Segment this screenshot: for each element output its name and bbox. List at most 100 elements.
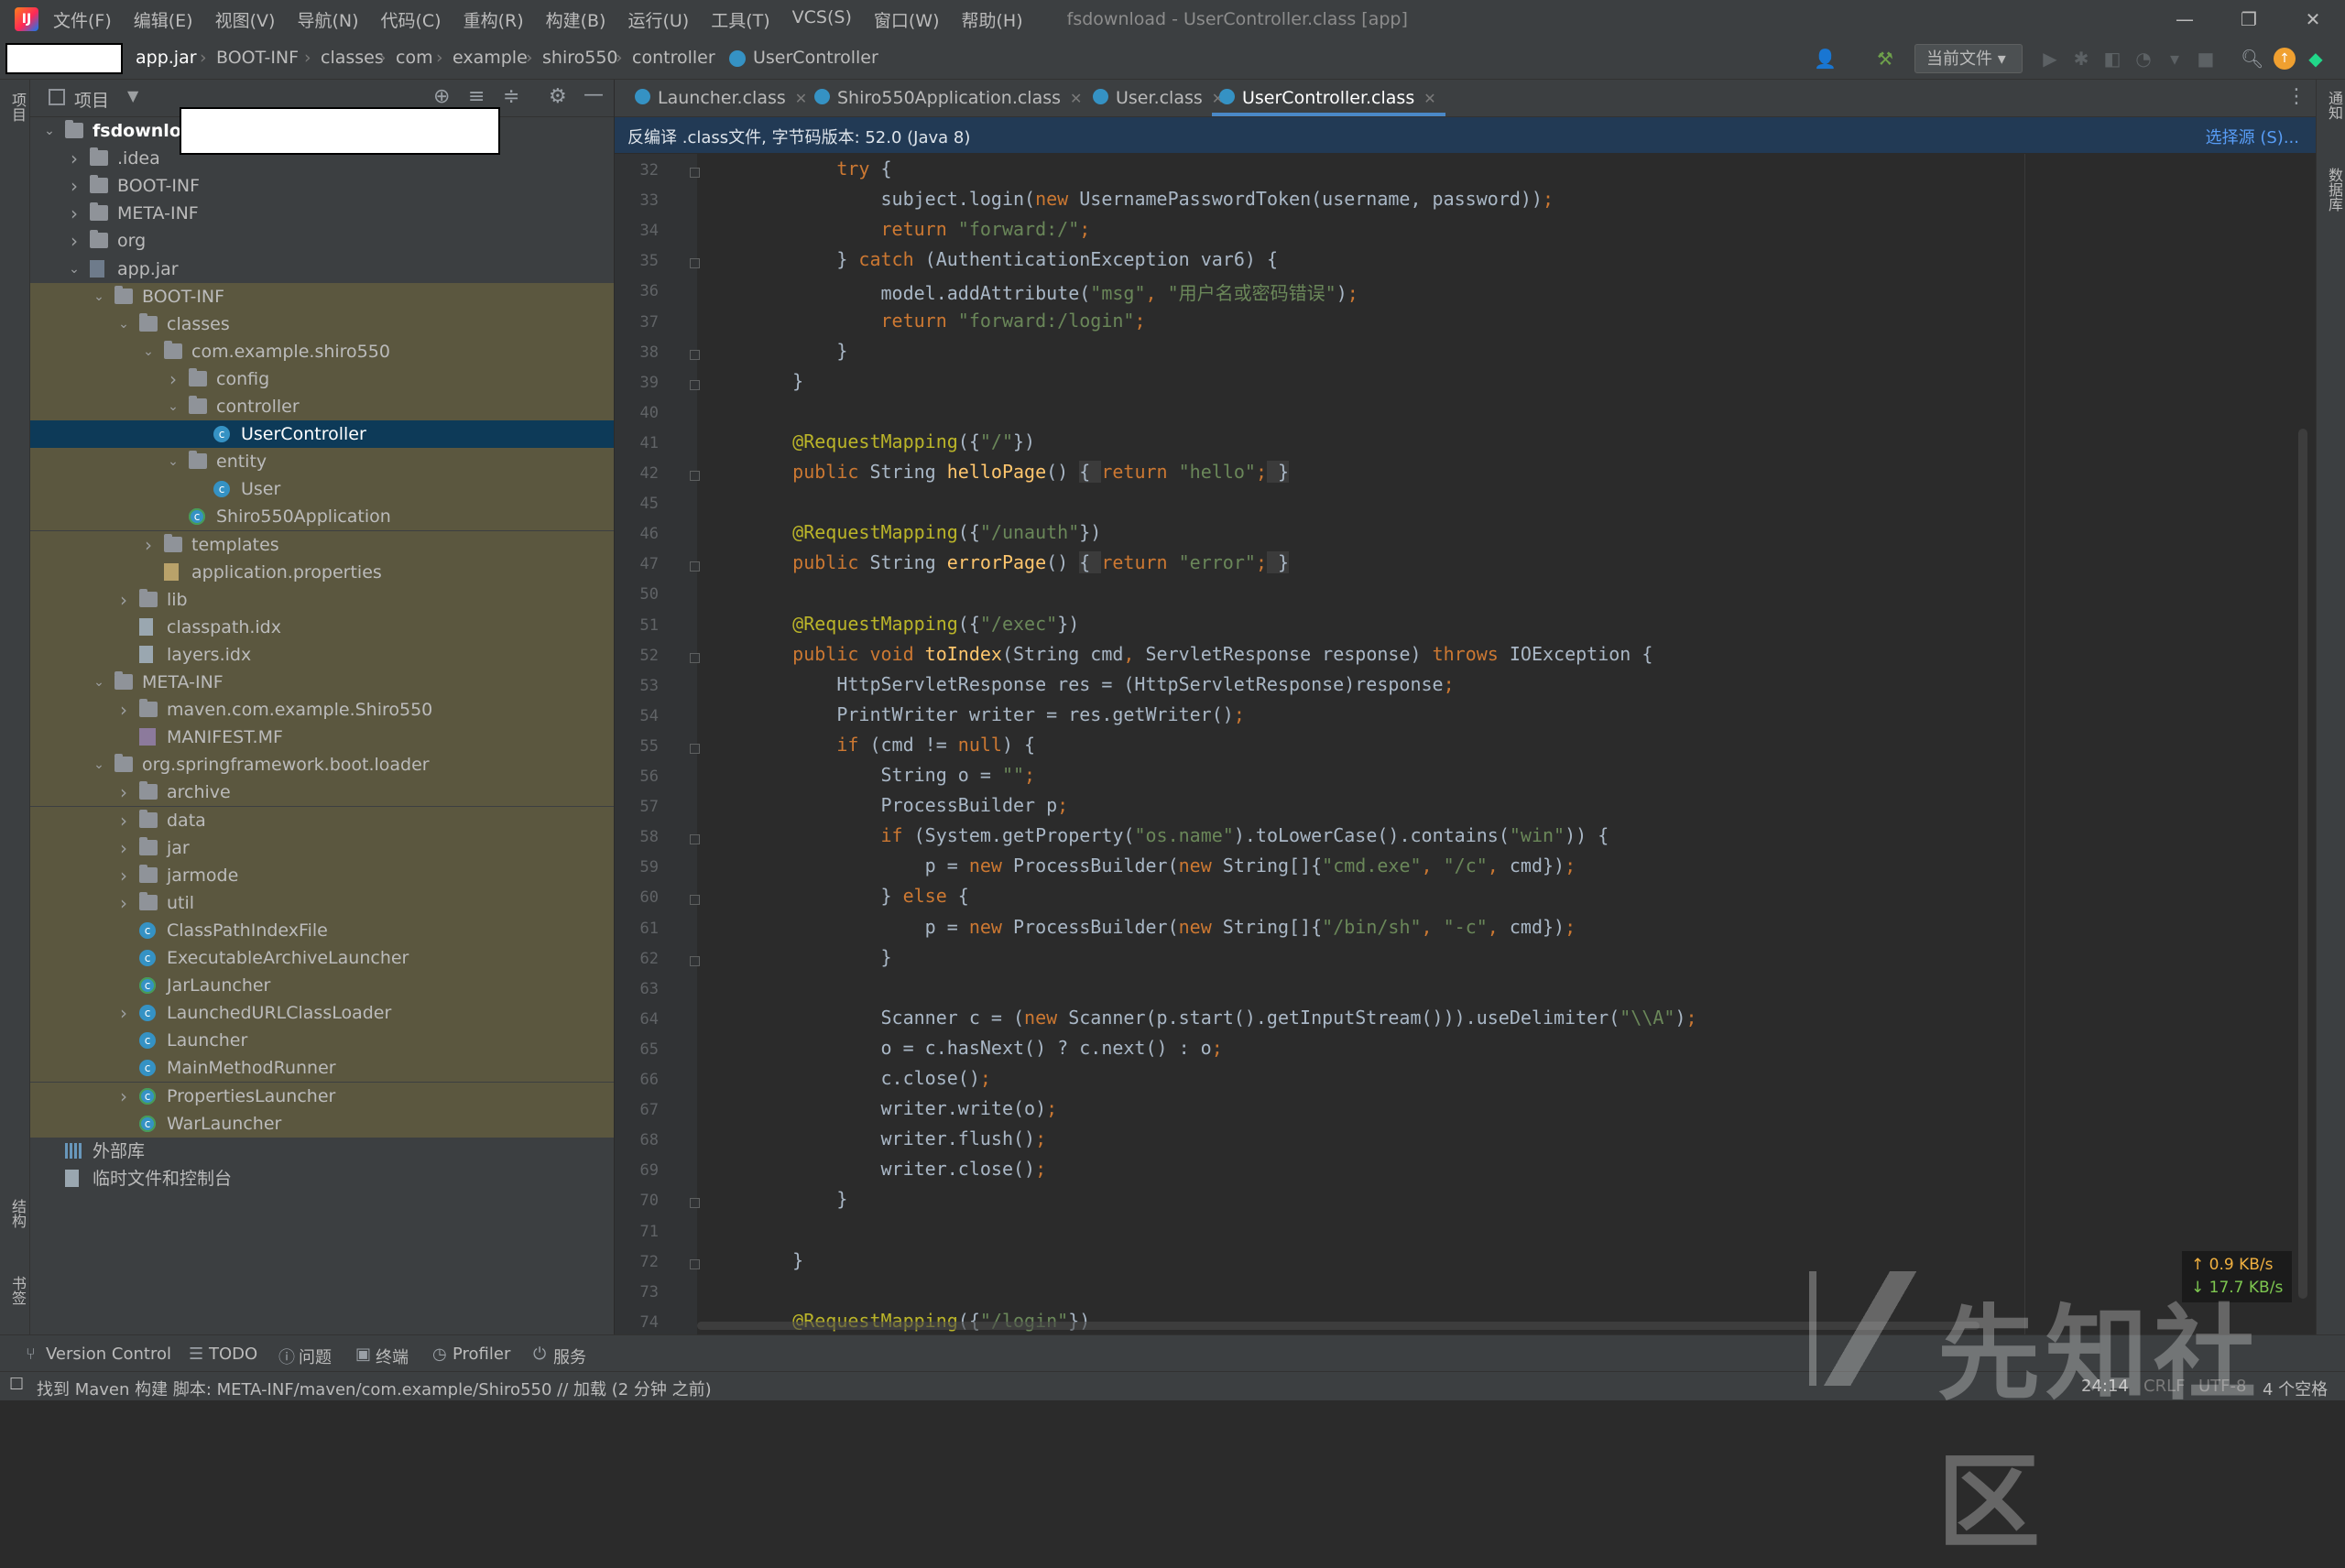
code-line[interactable]: writer.write(o);	[748, 1097, 1057, 1119]
code-line[interactable]: subject.login(new UsernamePasswordToken(…	[748, 188, 1554, 210]
tree-item[interactable]: classpath.idx	[30, 613, 614, 641]
fold-marker-icon[interactable]	[690, 834, 700, 845]
chevron-right-icon[interactable]: ›	[117, 696, 130, 724]
tree-item[interactable]: ⌄ classes	[30, 310, 614, 338]
menu-item[interactable]: 窗口(W)	[874, 7, 940, 32]
menu-item[interactable]: 视图(V)	[215, 7, 276, 32]
code-line[interactable]: String o = "";	[748, 764, 1035, 786]
tree-item[interactable]: ⌄ META-INF	[30, 669, 614, 696]
project-tool-button[interactable]: 项目	[6, 93, 28, 122]
database-tool-button[interactable]: 数据库	[2323, 168, 2345, 212]
breadcrumb-item[interactable]: BOOT-INF	[216, 48, 299, 68]
code-line[interactable]: public String helloPage() { return "hell…	[748, 461, 1290, 483]
chevron-down-icon[interactable]: ⌄	[93, 283, 105, 310]
bottom-tool-button[interactable]: 终端	[376, 1345, 409, 1368]
chevron-right-icon[interactable]: ›	[117, 999, 130, 1027]
jetbrains-toolbox-icon[interactable]: ◆	[2305, 48, 2327, 70]
user-icon[interactable]: 👤	[1814, 48, 1837, 70]
debug-icon[interactable]: ✱	[2070, 48, 2092, 70]
chevron-down-icon[interactable]: ⌄	[142, 338, 155, 365]
fold-marker-icon[interactable]	[690, 743, 700, 754]
code-line[interactable]: ProcessBuilder p;	[748, 794, 1068, 816]
tree-item[interactable]: › BOOT-INF	[30, 172, 614, 200]
tree-item[interactable]: › org	[30, 227, 614, 255]
more-tabs-icon[interactable]: ⋮	[2286, 85, 2307, 108]
hide-panel-icon[interactable]: —	[584, 83, 604, 106]
stop-icon[interactable]: ■	[2195, 48, 2217, 70]
chevron-right-icon[interactable]: ›	[68, 145, 81, 172]
code-line[interactable]: @RequestMapping({"/unauth"})	[748, 521, 1101, 543]
project-panel-title[interactable]: 项目	[74, 87, 109, 112]
code-line[interactable]: } catch (AuthenticationException var6) {	[748, 248, 1278, 270]
tree-item[interactable]: › META-INF	[30, 200, 614, 227]
menu-item[interactable]: 运行(U)	[627, 7, 689, 32]
tree-item[interactable]: › data	[30, 806, 614, 834]
tree-item[interactable]: c Shiro550Application	[30, 503, 614, 531]
editor-tab[interactable]: UserController.class ✕	[1212, 80, 1445, 116]
code-line[interactable]: o = c.hasNext() ? c.next() : o;	[748, 1037, 1222, 1059]
tree-item[interactable]: c Launcher	[30, 1027, 614, 1055]
structure-tool-button[interactable]: 结构	[6, 1199, 28, 1228]
run-config-select[interactable]: 当前文件 ▾	[1914, 44, 2023, 73]
breadcrumb-item[interactable]: com	[396, 48, 433, 68]
code-line[interactable]: }	[748, 1249, 803, 1271]
chevron-right-icon[interactable]: ›	[117, 889, 130, 917]
fold-marker-icon[interactable]	[690, 168, 700, 178]
menu-item[interactable]: VCS(S)	[792, 7, 852, 32]
code-line[interactable]: @RequestMapping({"/exec"})	[748, 613, 1079, 635]
tree-item[interactable]: › templates	[30, 530, 614, 559]
notifications-tool-button[interactable]: 通知	[2323, 91, 2345, 120]
code-line[interactable]: HttpServletResponse res = (HttpServletRe…	[748, 673, 1454, 695]
code-editor[interactable]: 32 33 34 35 36 37 38 39 40 41 42 45 46 47 50 51 52 53 54 55…	[615, 154, 2316, 1334]
tree-item[interactable]: › jarmode	[30, 861, 614, 889]
chevron-down-icon[interactable]: ⌄	[167, 448, 180, 475]
menu-item[interactable]: 帮助(H)	[962, 7, 1023, 32]
tab-close-icon[interactable]: ✕	[1070, 90, 1082, 107]
tree-item[interactable]: ⌄ controller	[30, 393, 614, 420]
tree-item[interactable]: MANIFEST.MF	[30, 724, 614, 752]
menu-item[interactable]: 重构(R)	[464, 7, 524, 32]
coverage-icon[interactable]: ◧	[2101, 48, 2123, 70]
vertical-scrollbar[interactable]	[2298, 429, 2307, 1299]
tree-item[interactable]: application.properties	[30, 558, 614, 586]
tree-item[interactable]: c JarLauncher	[30, 972, 614, 1000]
breadcrumb-item[interactable]: shiro550	[542, 48, 618, 68]
tree-item[interactable]: c UserController	[30, 420, 614, 449]
tree-item[interactable]: ⌄ entity	[30, 448, 614, 476]
code-line[interactable]: if (cmd != null) {	[748, 734, 1035, 756]
tree-item[interactable]: ⌄ com.example.shiro550	[30, 337, 614, 365]
menu-item[interactable]: 文件(F)	[53, 7, 112, 32]
bottom-tool-button[interactable]: Version Control	[46, 1345, 171, 1364]
tab-close-icon[interactable]: ✕	[795, 90, 807, 107]
status-message[interactable]: 找到 Maven 构建 脚本: META-INF/maven/com.examp…	[37, 1377, 712, 1400]
code-line[interactable]: public void toIndex(String cmd, ServletR…	[748, 643, 1652, 665]
expand-all-icon[interactable]: ≡	[468, 85, 485, 108]
code-line[interactable]: PrintWriter writer = res.getWriter();	[748, 703, 1245, 725]
chevron-right-icon[interactable]: ›	[117, 779, 130, 806]
code-line[interactable]: }	[748, 946, 891, 968]
chevron-right-icon[interactable]: ›	[68, 172, 81, 200]
breadcrumb-item[interactable]: controller	[632, 48, 715, 68]
tree-item[interactable]: c MainMethodRunner	[30, 1054, 614, 1083]
chevron-right-icon[interactable]: ›	[117, 834, 130, 862]
breadcrumb-item[interactable]: UserController	[753, 48, 878, 68]
chevron-right-icon[interactable]: ›	[117, 586, 130, 614]
bookmarks-tool-button[interactable]: 书签	[6, 1276, 28, 1305]
menu-item[interactable]: 构建(B)	[546, 7, 606, 32]
tree-item[interactable]: 临时文件和控制台	[30, 1165, 614, 1192]
code-line[interactable]: p = new ProcessBuilder(new String[]{"cmd…	[748, 855, 1576, 877]
code-line[interactable]: return "forward:/";	[748, 218, 1091, 240]
menu-item[interactable]: 工具(T)	[711, 7, 769, 32]
fold-marker-icon[interactable]	[690, 379, 700, 390]
breadcrumb-item[interactable]: app.jar	[136, 48, 197, 68]
tree-item[interactable]: › util	[30, 888, 614, 917]
code-line[interactable]: writer.flush();	[748, 1127, 1046, 1149]
tree-item[interactable]: › lib	[30, 585, 614, 614]
tree-item[interactable]: › archive	[30, 779, 614, 807]
tree-item[interactable]: ⌄ org.springframework.boot.loader	[30, 751, 614, 779]
menu-item[interactable]: 编辑(E)	[134, 7, 193, 32]
chevron-right-icon[interactable]: ›	[117, 807, 130, 834]
tree-item[interactable]: ⌄ app.jar	[30, 256, 614, 283]
update-icon[interactable]: ↑	[2274, 48, 2296, 70]
fold-marker-icon[interactable]	[690, 471, 700, 481]
